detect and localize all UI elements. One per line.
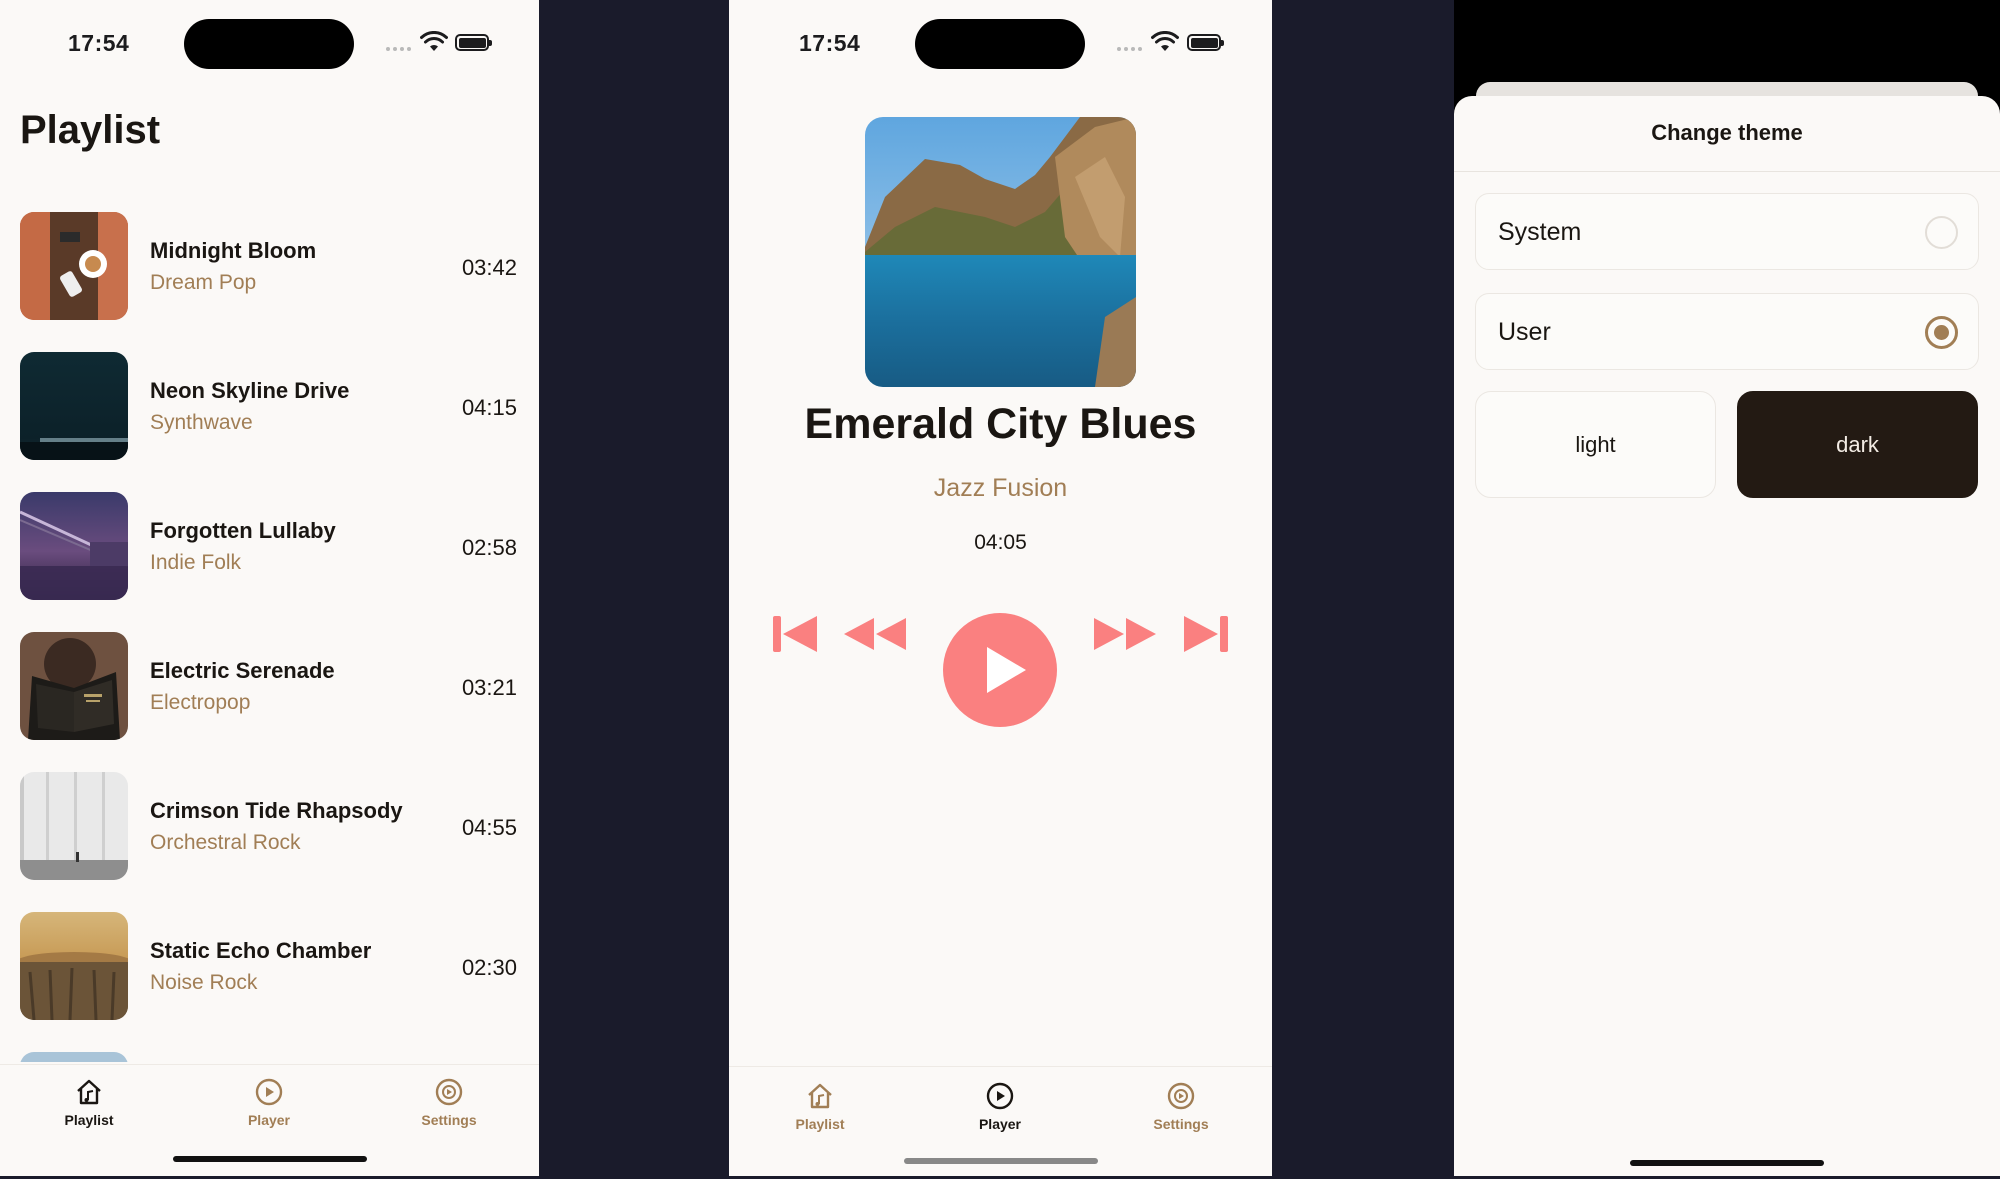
skip-back-icon[interactable]	[773, 612, 817, 656]
play-icon	[987, 647, 1026, 693]
option-user[interactable]: User	[1475, 293, 1979, 370]
track-row[interactable]: Neon Skyline Drive Synthwave 04:15	[0, 352, 539, 492]
change-theme-sheet: Change theme System User light dark	[1454, 96, 2000, 1176]
option-label: User	[1498, 318, 1551, 346]
play-circle-icon	[986, 1082, 1014, 1110]
tab-label: Player	[247, 1112, 291, 1128]
tab-label: Playlist	[795, 1116, 845, 1132]
dynamic-island	[915, 19, 1085, 69]
battery-icon	[455, 34, 492, 51]
radio-unselected-icon[interactable]	[1925, 216, 1958, 249]
album-art	[20, 1052, 128, 1062]
album-art	[20, 212, 128, 320]
track-duration: 03:42	[461, 255, 517, 280]
home-indicator[interactable]	[1630, 1160, 1824, 1166]
track-title: Static Echo Chamber	[150, 938, 372, 963]
album-art	[20, 772, 128, 880]
rewind-icon[interactable]	[844, 612, 906, 656]
theme-light-button[interactable]: light	[1475, 391, 1716, 498]
fast-forward-icon[interactable]	[1094, 612, 1156, 656]
track-title: Forgotten Lullaby	[150, 518, 336, 543]
album-art	[20, 632, 128, 740]
wifi-icon	[420, 31, 448, 51]
track-duration: 02:58	[461, 535, 517, 560]
home-music-icon	[808, 1083, 832, 1109]
home-music-icon	[77, 1079, 101, 1105]
play-button[interactable]	[943, 613, 1057, 727]
home-indicator[interactable]	[172, 1156, 367, 1162]
tab-settings[interactable]: Settings	[1121, 1081, 1241, 1132]
dynamic-island	[184, 19, 354, 69]
sheet-title: Change theme	[1651, 120, 1803, 145]
status-time: 17:54	[799, 30, 861, 56]
status-bar: 17:54	[0, 0, 539, 90]
tab-settings[interactable]: Settings	[389, 1077, 509, 1128]
playlist-screen: 17:54 Playlist Midnight Bloom Dream Pop …	[0, 0, 539, 1176]
tab-label: Player	[978, 1116, 1022, 1132]
track-title: Midnight Bloom	[150, 238, 317, 263]
track-genre: Orchestral Rock	[150, 831, 301, 854]
wifi-icon	[1151, 31, 1179, 51]
battery-icon	[1187, 34, 1224, 51]
album-art	[20, 912, 128, 1020]
theme-dark-button[interactable]: dark	[1737, 391, 1978, 498]
radio-selected-icon[interactable]	[1925, 316, 1958, 349]
track-duration: 03:21	[461, 675, 517, 700]
option-system[interactable]: System	[1475, 193, 1979, 270]
now-playing-genre: Jazz Fusion	[933, 474, 1068, 502]
track-list[interactable]: Midnight Bloom Dream Pop 03:42 Neon Skyl…	[0, 212, 539, 1062]
track-genre: Noise Rock	[150, 971, 258, 994]
settings-icon	[1167, 1082, 1195, 1110]
album-art	[20, 492, 128, 600]
tab-player[interactable]: Player	[209, 1077, 329, 1128]
now-playing-duration: 04:05	[974, 531, 1027, 554]
tab-label: Playlist	[64, 1112, 114, 1128]
tab-bar: Playlist Player Settings	[729, 1066, 1272, 1176]
cellular-signal-icon	[1117, 47, 1142, 51]
play-circle-icon	[255, 1078, 283, 1106]
track-title: Neon Skyline Drive	[150, 378, 350, 403]
track-row[interactable]: Static Echo Chamber Noise Rock 02:30	[0, 912, 539, 1052]
track-row[interactable]: Electric Serenade Electropop 03:21	[0, 632, 539, 772]
settings-screen: Change theme System User light dark	[1454, 0, 2000, 1176]
track-genre: Indie Folk	[150, 551, 242, 574]
cellular-signal-icon	[386, 47, 411, 51]
track-genre: Dream Pop	[150, 271, 257, 294]
track-row[interactable]: Midnight Bloom Dream Pop 03:42	[0, 212, 539, 352]
tab-label: Settings	[1153, 1116, 1209, 1132]
album-art	[20, 352, 128, 460]
settings-icon	[435, 1078, 463, 1106]
track-row[interactable]: Crimson Tide Rhapsody Orchestral Rock 04…	[0, 772, 539, 912]
tab-bar: Playlist Player Settings	[0, 1064, 539, 1176]
track-title: Electric Serenade	[150, 658, 335, 683]
track-genre: Electropop	[150, 691, 251, 714]
tab-player[interactable]: Player	[940, 1081, 1060, 1132]
skip-forward-icon[interactable]	[1184, 612, 1228, 656]
album-cover	[865, 117, 1136, 387]
tab-playlist[interactable]: Playlist	[29, 1077, 149, 1128]
home-indicator[interactable]	[903, 1158, 1098, 1164]
page-title: Playlist	[20, 108, 161, 152]
track-duration: 02:30	[461, 955, 517, 980]
track-row[interactable]	[0, 1052, 539, 1062]
now-playing-title: Emerald City Blues	[804, 400, 1197, 448]
divider	[1454, 171, 2000, 172]
track-row[interactable]: Forgotten Lullaby Indie Folk 02:58	[0, 492, 539, 632]
tab-playlist[interactable]: Playlist	[760, 1081, 880, 1132]
track-genre: Synthwave	[150, 411, 253, 434]
player-screen: 17:54 Emerald City Blues Jazz Fusion 04:…	[729, 0, 1272, 1176]
status-bar: 17:54	[729, 0, 1272, 90]
track-duration: 04:55	[461, 815, 517, 840]
track-title: Crimson Tide Rhapsody	[150, 798, 403, 823]
status-time: 17:54	[68, 30, 130, 56]
track-duration: 04:15	[461, 395, 517, 420]
option-label: System	[1498, 218, 1582, 246]
tab-label: Settings	[421, 1112, 477, 1128]
